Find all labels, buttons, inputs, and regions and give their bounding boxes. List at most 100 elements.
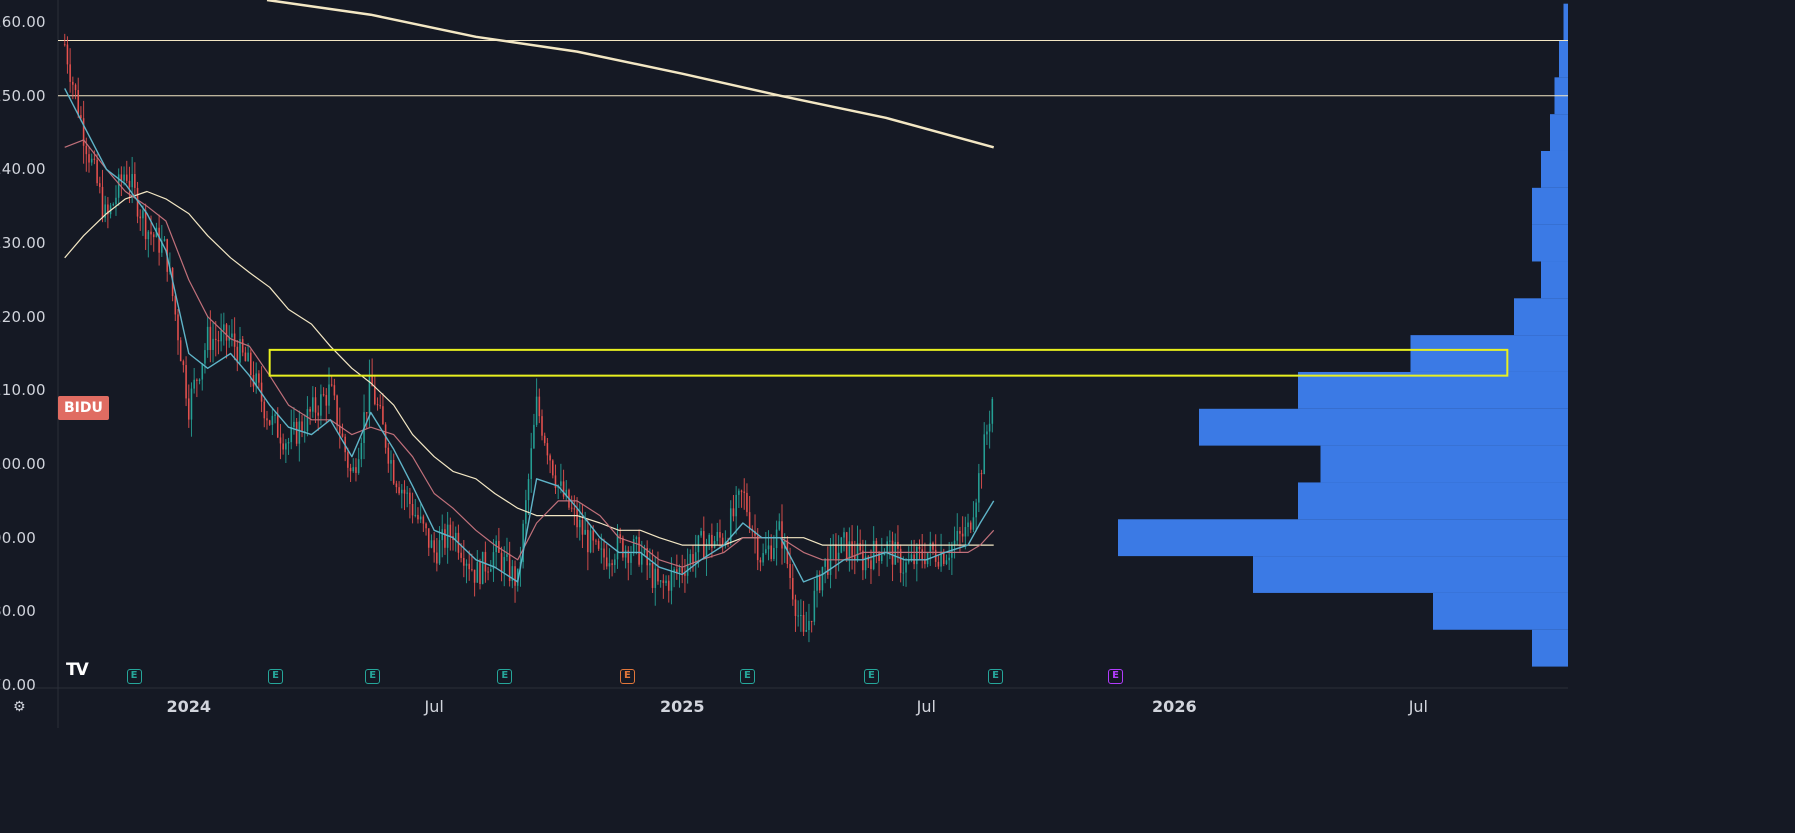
candle-body bbox=[595, 540, 597, 542]
candle-body bbox=[810, 620, 813, 622]
candle-body bbox=[662, 580, 665, 583]
candle-body bbox=[762, 553, 764, 563]
earnings-marker[interactable]: E bbox=[988, 669, 1003, 684]
candle-body bbox=[581, 519, 584, 535]
candle-body bbox=[301, 421, 303, 432]
candle-body bbox=[427, 528, 430, 548]
earnings-marker[interactable]: E bbox=[268, 669, 284, 684]
candle-body bbox=[681, 567, 684, 574]
candle-body bbox=[177, 314, 179, 341]
volume-profile-bar bbox=[1253, 556, 1568, 593]
resistance-zone-box bbox=[268, 348, 1509, 377]
candle-body bbox=[179, 340, 182, 362]
earnings-marker[interactable]: E bbox=[365, 669, 381, 684]
candle-body bbox=[770, 545, 773, 559]
candle-body bbox=[781, 521, 783, 549]
earnings-marker[interactable]: E bbox=[619, 669, 635, 684]
candle-body bbox=[285, 443, 287, 450]
candle-body bbox=[576, 509, 578, 528]
candle-body bbox=[851, 541, 853, 556]
candle-body bbox=[967, 522, 969, 527]
candle-body bbox=[74, 84, 77, 91]
candle-body bbox=[131, 174, 133, 188]
candle-body bbox=[365, 412, 368, 414]
candle-body bbox=[767, 545, 770, 550]
earnings-marker[interactable]: E bbox=[863, 669, 879, 684]
volume-profile-bar bbox=[1541, 261, 1568, 299]
candle-body bbox=[969, 522, 972, 530]
candle-body bbox=[667, 580, 670, 591]
volume-profile-bar bbox=[1118, 519, 1568, 557]
candle-body bbox=[538, 396, 541, 417]
candle-body bbox=[400, 489, 403, 494]
candle-body bbox=[886, 541, 888, 552]
candle-body bbox=[274, 414, 276, 416]
candle-body bbox=[961, 533, 964, 537]
candle-body bbox=[676, 569, 678, 573]
candle-body bbox=[905, 562, 907, 573]
candle-body bbox=[444, 529, 446, 548]
candle-body bbox=[843, 532, 845, 538]
volume-profile-bar bbox=[1559, 40, 1568, 78]
candle-body bbox=[379, 405, 382, 407]
price-axis-label: 100.00 bbox=[0, 455, 46, 474]
candle-body bbox=[357, 459, 360, 473]
price-chart-canvas[interactable] bbox=[0, 0, 1568, 728]
ema-mid-line bbox=[64, 139, 995, 568]
candle-body bbox=[360, 443, 363, 460]
candle-body bbox=[980, 473, 983, 475]
candle-body bbox=[125, 174, 128, 181]
earnings-marker[interactable]: E bbox=[739, 669, 755, 684]
earnings-marker[interactable]: E bbox=[1108, 669, 1123, 684]
candle-body bbox=[163, 239, 166, 241]
candle-body bbox=[740, 490, 743, 492]
candle-body bbox=[878, 552, 880, 562]
volume-profile-bar bbox=[1532, 224, 1568, 262]
candle-body bbox=[875, 540, 878, 553]
candle-body bbox=[584, 529, 586, 535]
earnings-marker[interactable]: E bbox=[126, 669, 142, 684]
candle-body bbox=[479, 562, 481, 584]
candle-body bbox=[791, 578, 794, 600]
time-axis-label: Jul bbox=[1408, 697, 1428, 716]
candle-body bbox=[206, 326, 209, 351]
candle-body bbox=[244, 352, 247, 362]
earnings-marker[interactable]: E bbox=[497, 669, 513, 684]
candle-body bbox=[398, 487, 400, 494]
candle-body bbox=[460, 552, 462, 558]
candle-body bbox=[433, 540, 435, 553]
candle-body bbox=[689, 554, 692, 564]
candle-body bbox=[187, 398, 190, 420]
volume-profile-bar bbox=[1514, 298, 1568, 336]
candle-body bbox=[312, 397, 314, 412]
candle-body bbox=[209, 326, 212, 351]
candle-body bbox=[330, 384, 333, 386]
candle-body bbox=[678, 567, 681, 573]
candle-body bbox=[951, 545, 953, 558]
candle-body bbox=[945, 560, 948, 564]
candle-body bbox=[988, 423, 991, 432]
candle-body bbox=[349, 467, 352, 472]
candle-body bbox=[570, 507, 573, 509]
price-axis-label: 120.00 bbox=[0, 307, 46, 326]
candle-body bbox=[287, 442, 290, 444]
ema-short-line bbox=[64, 88, 995, 583]
candle-body bbox=[241, 339, 244, 353]
chart-root[interactable]: 160.00 150.00 140.00 130.00 120.00 110.00 100.… bbox=[0, 0, 1568, 728]
candle-body bbox=[489, 569, 492, 572]
candle-body bbox=[419, 516, 422, 520]
candle-body bbox=[503, 556, 506, 572]
candle-body bbox=[632, 539, 635, 554]
candle-body bbox=[916, 546, 918, 565]
candle-body bbox=[223, 324, 225, 331]
candle-body bbox=[390, 460, 392, 464]
candle-body bbox=[654, 568, 657, 588]
settings-gear-icon[interactable]: ⚙ bbox=[13, 699, 26, 715]
candle-body bbox=[756, 535, 759, 561]
candle-body bbox=[619, 534, 622, 538]
candle-body bbox=[481, 551, 484, 584]
candle-body bbox=[560, 481, 562, 486]
tradingview-logo-icon[interactable]: TV bbox=[66, 660, 89, 680]
candle-body bbox=[549, 455, 551, 461]
candle-body bbox=[441, 529, 444, 541]
